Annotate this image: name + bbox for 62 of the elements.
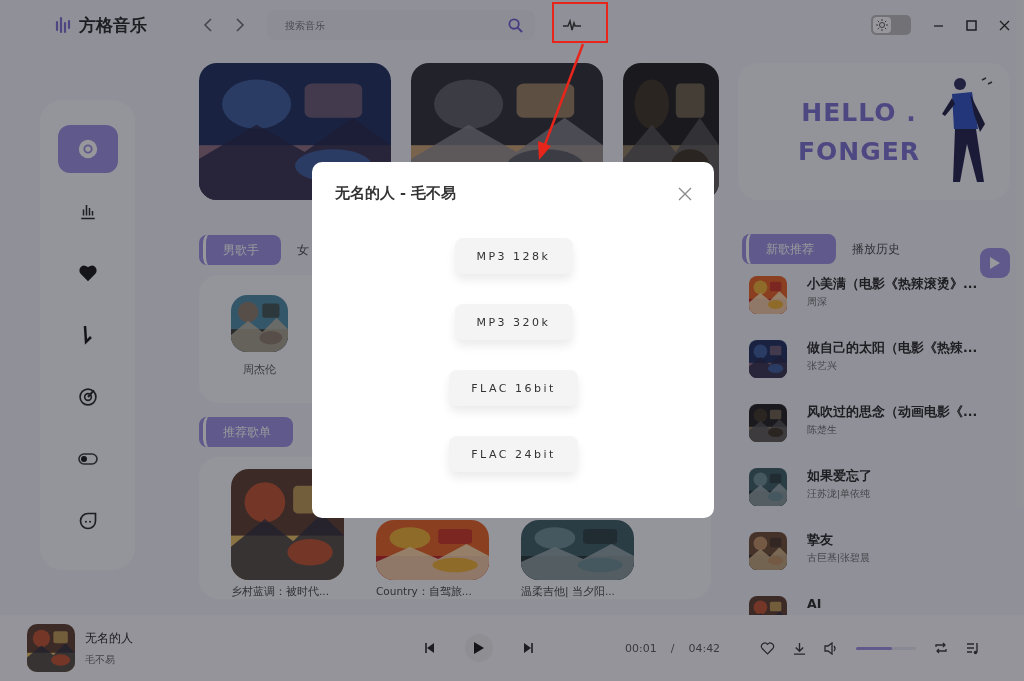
highlight-frame: [552, 2, 608, 43]
song-artist: 陈楚生: [807, 424, 838, 437]
next-icon[interactable]: [523, 643, 533, 653]
song-title: 做自己的太阳（电影《热辣...: [807, 340, 978, 357]
total-time: 04:42: [688, 641, 721, 655]
song-row[interactable]: 小美满（电影《热辣滚烫》... 周深: [738, 264, 1010, 328]
volume-slider[interactable]: [856, 646, 917, 650]
back-icon[interactable]: [203, 18, 213, 32]
forward-icon[interactable]: [235, 18, 245, 32]
song-artist: 周深: [807, 296, 828, 309]
search-icon[interactable]: [508, 18, 523, 33]
heart-icon[interactable]: [77, 264, 98, 282]
quality-option[interactable]: MP3 128k: [454, 238, 573, 274]
greeting-text: HELLO .: [801, 97, 917, 127]
dialog-title: 无名的人 - 毛不易: [335, 184, 457, 203]
play-icon: [989, 256, 1001, 270]
singer-name[interactable]: 周杰伦: [243, 362, 276, 377]
playlist-icon[interactable]: [966, 641, 981, 655]
quality-option[interactable]: MP3 320k: [454, 304, 573, 340]
tab[interactable]: 播放历史: [844, 234, 908, 264]
song-title: AI: [807, 596, 822, 611]
theme-toggle[interactable]: [871, 15, 911, 35]
now-playing-title: 无名的人: [85, 629, 134, 647]
download-icon[interactable]: [793, 641, 807, 655]
chat-bubble-icon[interactable]: [77, 511, 98, 531]
previous-icon[interactable]: [425, 643, 435, 653]
music-note-icon[interactable]: [81, 325, 94, 345]
sun-icon: [876, 19, 888, 31]
song-artist: 汪苏泷|单依纯: [807, 488, 872, 501]
radar-icon[interactable]: [77, 387, 98, 407]
song-row[interactable]: 做自己的太阳（电影《热辣... 张艺兴: [738, 328, 1010, 392]
play-button[interactable]: [465, 634, 493, 662]
play-icon: [474, 642, 484, 654]
song-title: 风吹过的思念（动画电影《...: [807, 404, 978, 421]
song-row[interactable]: 如果爱忘了 汪苏泷|单依纯: [738, 456, 1010, 520]
elapsed-time: 00:01: [625, 641, 657, 655]
quality-option[interactable]: FLAC 24bit: [449, 436, 578, 472]
song-artist: 古巨基|张碧晨: [807, 552, 871, 565]
waveform-icon[interactable]: [563, 18, 581, 32]
song-title: 挚友: [807, 532, 834, 549]
repeat-icon[interactable]: [934, 642, 949, 654]
playlist-title[interactable]: Country：自驾旅...: [376, 585, 489, 599]
logo-icon: [55, 16, 73, 34]
song-title: 如果爱忘了: [807, 468, 872, 485]
quality-option[interactable]: FLAC 16bit: [449, 370, 578, 406]
close-icon[interactable]: [678, 186, 692, 201]
song-row[interactable]: 挚友 古巨基|张碧晨: [738, 520, 1010, 584]
song-artist: 张艺兴: [807, 360, 838, 373]
playlist-title[interactable]: 温柔吉他| 当夕阳...: [521, 585, 634, 599]
volume-icon[interactable]: [824, 641, 839, 655]
now-playing-artist: 毛不易: [85, 652, 116, 667]
song-title: 小美满（电影《热辣滚烫》...: [807, 276, 978, 293]
app-title: 方格音乐: [79, 13, 147, 37]
toggle-icon[interactable]: [77, 453, 98, 465]
heart-icon[interactable]: [760, 641, 776, 655]
greeting-text: FONGER: [798, 136, 921, 166]
close-icon[interactable]: [999, 19, 1010, 31]
playlist-title[interactable]: 乡村蓝调：被时代...: [231, 585, 344, 599]
time-separator: /: [670, 641, 675, 655]
maximize-icon[interactable]: [966, 19, 977, 31]
song-row[interactable]: 风吹过的思念（动画电影《... 陈楚生: [738, 392, 1010, 456]
bar-chart-icon[interactable]: [78, 202, 97, 220]
